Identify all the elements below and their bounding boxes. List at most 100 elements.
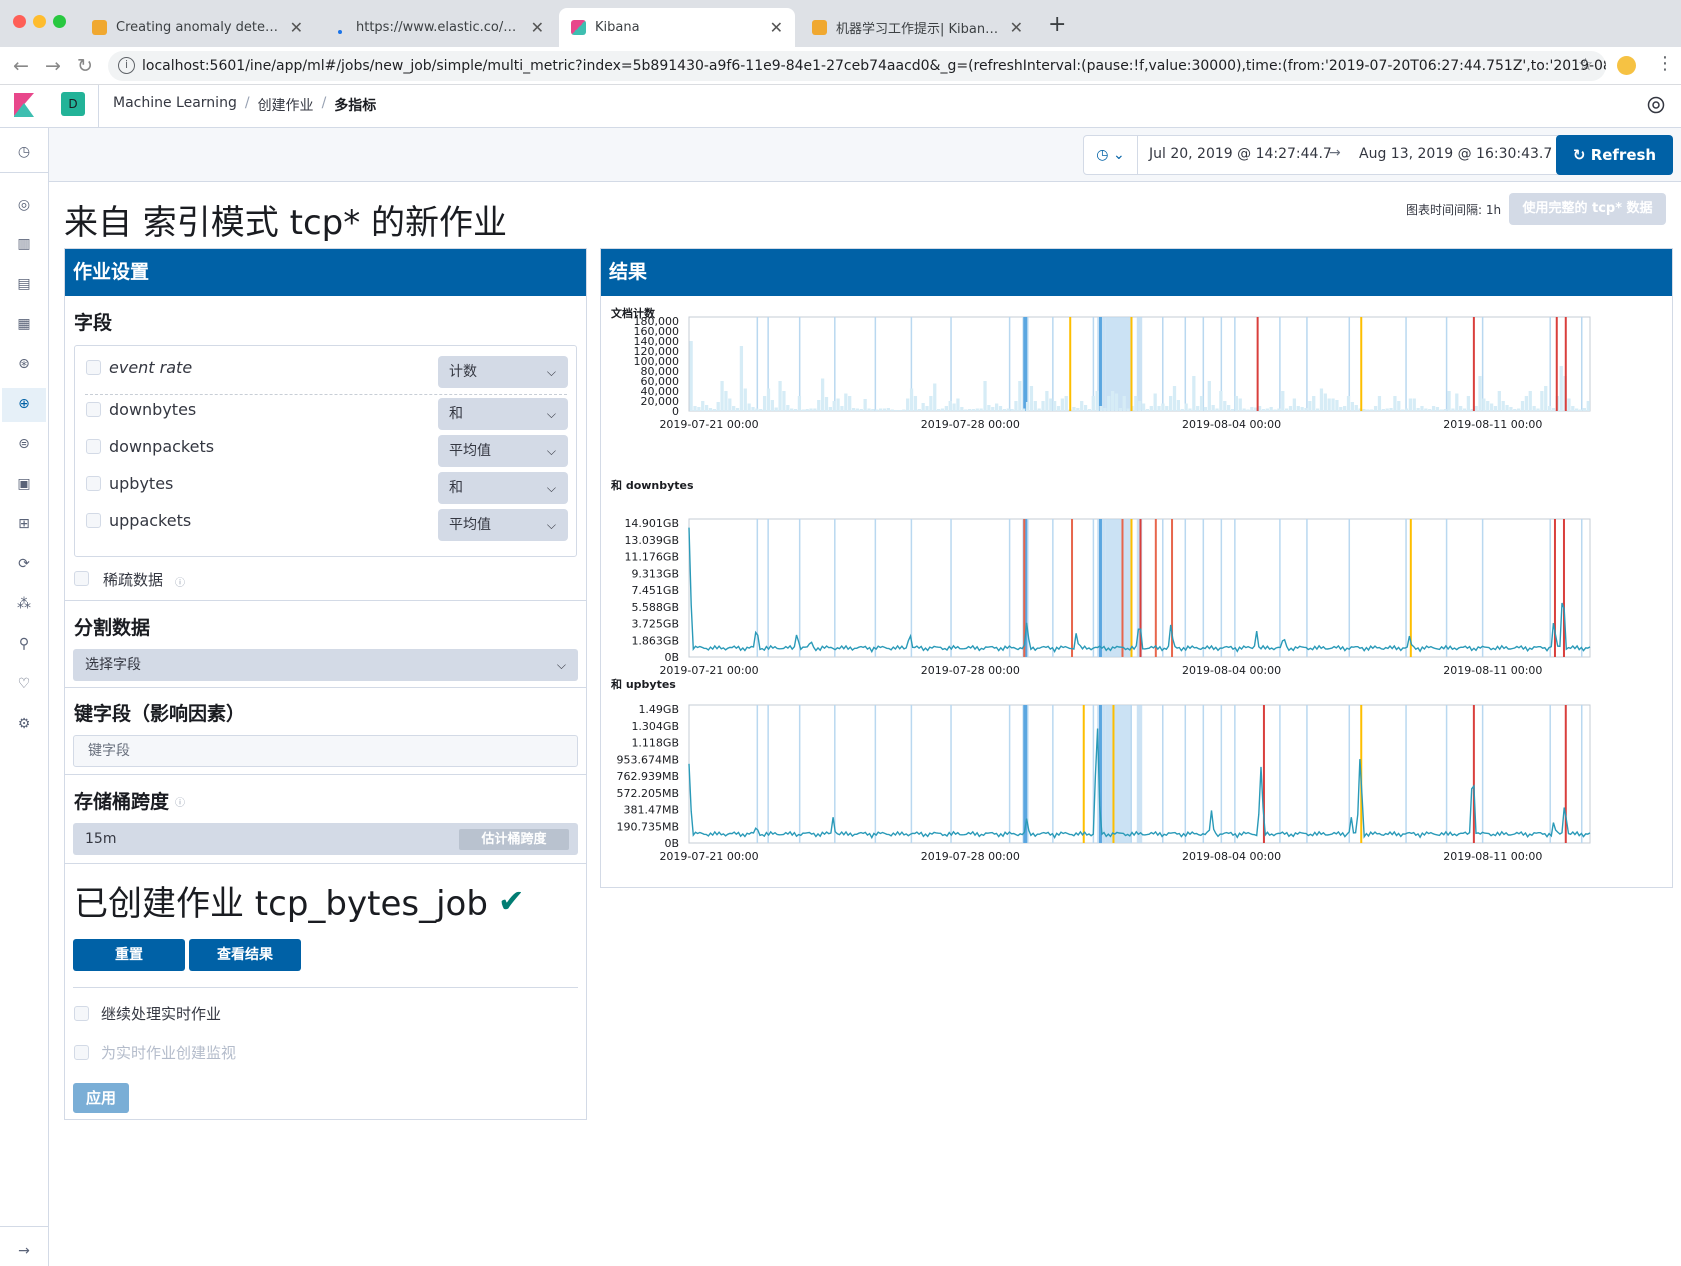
section-divider (65, 600, 586, 601)
y-tick-label: 1.304GB (631, 720, 679, 733)
field-checkbox[interactable] (86, 360, 101, 375)
reload-icon[interactable]: ↻ (77, 55, 93, 77)
bar (1022, 408, 1026, 411)
browser-tab[interactable]: Creating anomaly detection job✕ (80, 8, 315, 47)
bar (1517, 408, 1521, 411)
close-tab-icon[interactable]: ✕ (1010, 18, 1023, 37)
bar (998, 406, 1003, 411)
new-tab-icon[interactable]: + (1048, 12, 1066, 37)
start-date[interactable]: Jul 20, 2019 @ 14:27:44.7 (1149, 146, 1332, 162)
bar (1443, 409, 1447, 411)
bar (1188, 408, 1192, 411)
bar (1261, 409, 1266, 411)
bar (1567, 398, 1571, 411)
apm-icon[interactable]: ⊞ (14, 514, 34, 534)
agg-select[interactable]: 计数 ⌵ (438, 356, 568, 388)
bar (1095, 391, 1099, 411)
field-checkbox[interactable] (86, 439, 101, 454)
close-tab-icon[interactable]: ✕ (290, 18, 303, 37)
management-gear-icon[interactable]: ⚙ (14, 714, 34, 734)
anomaly-band (1445, 705, 1448, 843)
agg-select[interactable]: 和 ⌵ (438, 398, 568, 430)
refresh-button[interactable]: ↻ Refresh (1556, 135, 1673, 175)
machine-learning-icon[interactable]: ⊕ (14, 394, 34, 414)
bar (1312, 396, 1316, 411)
field-checkbox[interactable] (86, 402, 101, 417)
close-window-button[interactable] (13, 15, 26, 28)
bar (1014, 401, 1018, 411)
agg-select[interactable]: 和 ⌵ (438, 472, 568, 504)
estimate-bucket-span-button[interactable]: 估计桶跨度 (459, 829, 569, 850)
bar (960, 407, 964, 411)
reset-button[interactable]: 重置 (73, 939, 185, 971)
continue-realtime-checkbox[interactable] (74, 1006, 89, 1021)
minimize-window-button[interactable] (33, 15, 46, 28)
bar (793, 409, 798, 411)
breadcrumb-ml[interactable]: Machine Learning (113, 95, 237, 115)
bar (882, 408, 887, 411)
influencers-input[interactable]: 键字段 (73, 735, 578, 767)
bar (817, 400, 821, 411)
agg-select[interactable]: 平均值 ⌵ (438, 509, 568, 541)
x-tick-label: 2019-07-28 00:00 (921, 664, 1020, 677)
bar (1462, 408, 1467, 411)
infrastructure-icon[interactable]: ⊜ (14, 434, 34, 454)
help-icon[interactable] (1647, 96, 1665, 114)
field-checkbox[interactable] (86, 476, 101, 491)
results-charts: 文档计数 和 downbytes 和 upbytes 180,000160,00… (611, 306, 1591, 863)
info-tooltip-icon[interactable]: ⓘ (175, 574, 185, 589)
forward-arrow-icon[interactable]: → (45, 55, 61, 77)
info-tooltip-icon[interactable]: ⓘ (175, 794, 185, 809)
browser-tab[interactable]: 机器学习工作提示| Kibana用户手✕ (800, 8, 1035, 47)
breadcrumb: Machine Learning / 创建作业 / 多指标 (113, 95, 376, 115)
bar (1327, 398, 1331, 411)
maximize-window-button[interactable] (53, 15, 66, 28)
bookmark-star-icon[interactable]: ☆ (1578, 55, 1593, 75)
visualize-icon[interactable]: ▥ (14, 234, 34, 254)
kibana-logo-icon[interactable] (14, 93, 34, 117)
discover-compass-icon[interactable]: ◎ (14, 195, 34, 215)
dev-tools-icon[interactable]: ⚲ (14, 634, 34, 654)
use-full-data-button[interactable]: 使用完整的 tcp* 数据 (1509, 193, 1666, 225)
site-info-icon[interactable]: i (118, 57, 135, 74)
browser-tab[interactable]: https://www.elastic.co/cn/blog✕ (320, 8, 556, 47)
field-checkbox[interactable] (86, 513, 101, 528)
bar (1207, 381, 1211, 411)
view-results-button[interactable]: 查看结果 (189, 939, 301, 971)
bar (766, 388, 771, 411)
url-field[interactable]: i localhost:5601/ine/app/ml#/jobs/new_jo… (108, 51, 1606, 81)
bar (728, 398, 732, 411)
quick-menu-clock-icon[interactable]: ◷ ⌄ (1084, 136, 1138, 174)
bar (940, 408, 945, 411)
profile-avatar[interactable] (1617, 56, 1636, 75)
browser-tab-active[interactable]: Kibana ✕ (559, 8, 795, 47)
space-avatar[interactable]: D (61, 92, 85, 116)
browser-menu-icon[interactable]: ⋮ (1656, 53, 1674, 74)
apply-button[interactable]: 应用 (73, 1083, 129, 1113)
logs-icon[interactable]: ▣ (14, 474, 34, 494)
canvas-icon[interactable]: ▦ (14, 314, 34, 334)
bar (1176, 400, 1181, 411)
end-date[interactable]: Aug 13, 2019 @ 16:30:43.7 (1359, 146, 1552, 162)
bar (735, 408, 740, 411)
bar (1424, 408, 1428, 411)
close-tab-icon[interactable]: ✕ (770, 18, 783, 37)
close-tab-icon[interactable]: ✕ (531, 18, 544, 37)
monitoring-icon[interactable]: ♡ (14, 674, 34, 694)
bar (693, 406, 697, 411)
back-arrow-icon[interactable]: ← (13, 55, 29, 77)
anomaly-band (1279, 705, 1281, 843)
recent-clock-icon[interactable]: ◷ (14, 142, 34, 162)
breadcrumb-create-job[interactable]: 创建作业 (258, 95, 314, 115)
maps-icon[interactable]: ⊛ (14, 354, 34, 374)
split-field-select[interactable]: 选择字段 ⌵ (73, 649, 578, 681)
sparse-data-checkbox[interactable] (74, 571, 89, 586)
expand-nav-icon[interactable]: → (14, 1241, 34, 1261)
create-watch-checkbox[interactable] (74, 1045, 89, 1060)
agg-select[interactable]: 平均值 ⌵ (438, 435, 568, 467)
uptime-icon[interactable]: ⟳ (14, 554, 34, 574)
graph-icon[interactable]: ⁂ (14, 594, 34, 614)
dashboard-icon[interactable]: ▤ (14, 274, 34, 294)
bar (1366, 409, 1370, 411)
anomaly-band (1234, 519, 1236, 657)
